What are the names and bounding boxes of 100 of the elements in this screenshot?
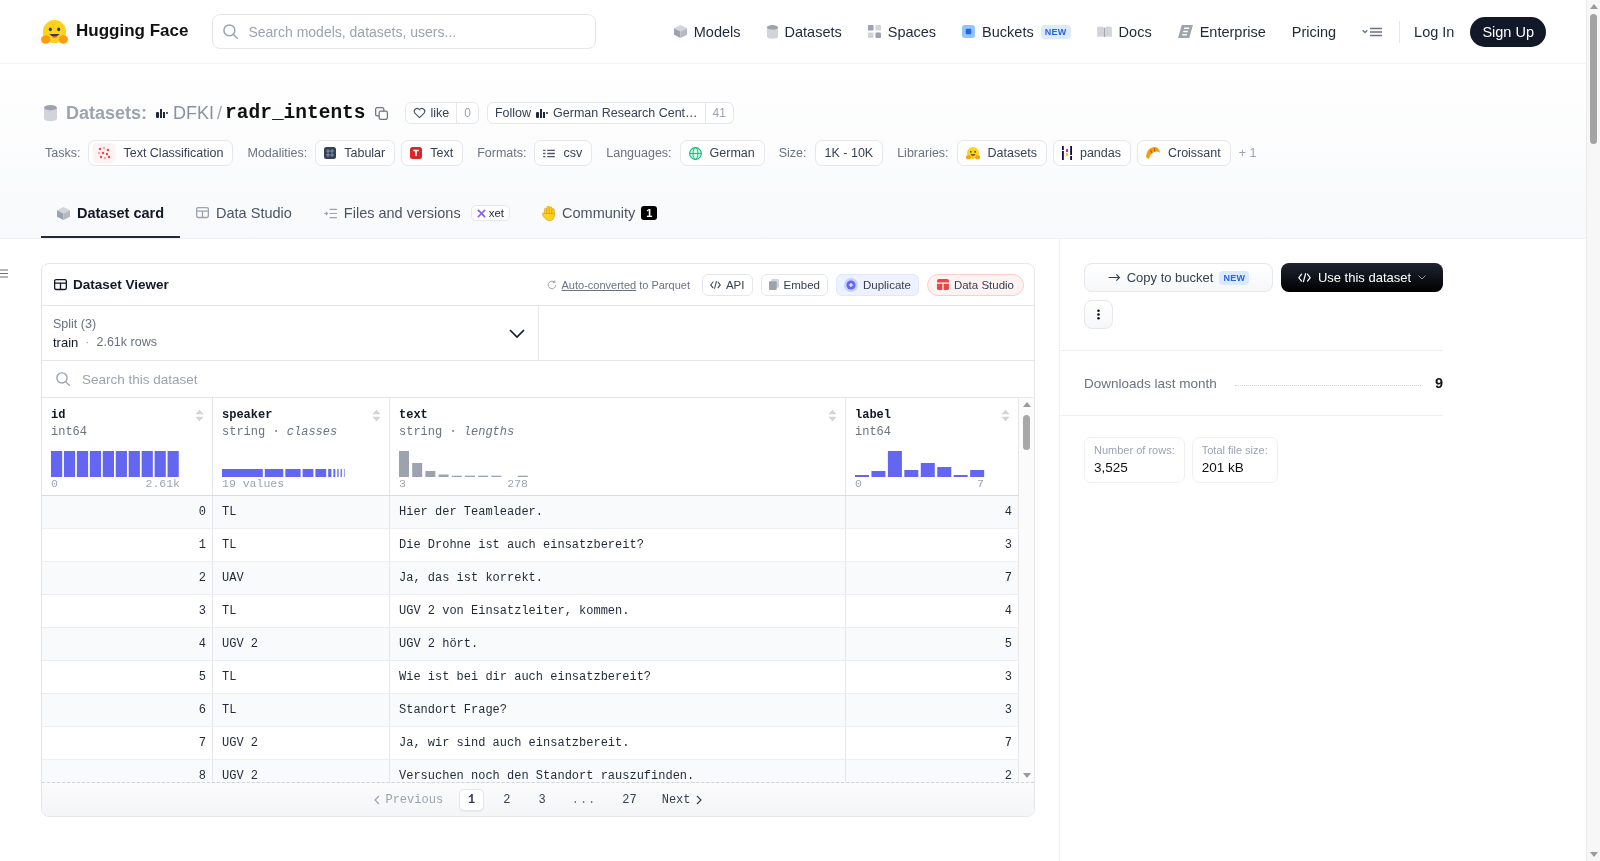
hand-icon — [542, 205, 556, 221]
page-link[interactable]: 27 — [613, 788, 646, 811]
org-logo-icon — [536, 108, 549, 118]
sort-icon[interactable] — [828, 408, 837, 422]
column-header[interactable]: id int64 0 2.61k — [42, 398, 213, 495]
table-cell: TL — [213, 661, 390, 693]
copy-icon[interactable] — [374, 106, 388, 120]
viewer-button[interactable]: Data Studio — [926, 273, 1024, 296]
nav-link[interactable]: Datasets — [766, 23, 842, 40]
tag-group-label: Libraries: — [897, 146, 949, 160]
tag-chip[interactable]: Text Classification — [88, 140, 234, 166]
database-icon — [766, 24, 778, 39]
like-count: 0 — [456, 103, 478, 123]
page-link[interactable]: 2 — [494, 788, 520, 811]
grid-tile-icon — [324, 147, 337, 159]
menu-icon[interactable] — [1362, 26, 1383, 37]
grid-icon — [867, 25, 881, 38]
viewer-button[interactable]: API — [701, 273, 753, 296]
page-link[interactable]: 1 — [459, 788, 485, 811]
tag-chip[interactable]: 1K - 10K — [814, 140, 884, 166]
path-separator: / — [217, 102, 223, 124]
table-cell: 0 — [42, 496, 213, 528]
row-count: 2.61k rows — [96, 335, 157, 349]
table-icon — [54, 278, 67, 291]
search-field[interactable]: Search models, datasets, users... — [212, 14, 597, 49]
viewer-button[interactable]: Duplicate — [835, 273, 919, 296]
auto-converted-link[interactable]: Auto-converted — [561, 278, 637, 291]
table-cell: 5 — [42, 661, 213, 693]
copy-to-bucket-button[interactable]: Copy to bucket NEW — [1084, 263, 1273, 292]
column-header[interactable]: label int64 0 7 — [846, 398, 1019, 495]
table-scrollbar[interactable] — [1019, 398, 1034, 782]
split-name: train — [53, 334, 79, 350]
split-dropdown[interactable]: Split (3) train · 2.61k rows — [42, 306, 539, 360]
stat-label: Total file size: — [1201, 444, 1268, 456]
viewer-button[interactable]: Embed — [760, 273, 828, 296]
page-link[interactable]: 3 — [529, 788, 555, 811]
tag-group-label: Formats: — [477, 146, 527, 160]
chevron-down-icon — [1418, 275, 1427, 280]
smiley-icon — [965, 146, 980, 160]
column-type: int64 — [51, 425, 88, 439]
table-cell: 3 — [42, 595, 213, 627]
tab[interactable]: Files and versions xet — [307, 190, 527, 238]
text-tile-icon — [410, 147, 423, 159]
nav-link[interactable]: Models — [673, 23, 741, 40]
tag-chip[interactable]: pandas — [1052, 140, 1131, 166]
org-logo-icon — [156, 108, 169, 118]
arrow-right-icon — [1107, 273, 1121, 282]
table-cell: Die Drohne ist auch einsatzbereit? — [390, 529, 846, 561]
tag-chip[interactable]: csv — [534, 140, 593, 166]
signup-button[interactable]: Sign Up — [1470, 16, 1546, 47]
table-icon — [936, 279, 949, 290]
login-link[interactable]: Log In — [1414, 23, 1455, 40]
nav-link[interactable]: Buckets NEW — [962, 23, 1071, 40]
tag-chip[interactable]: Croissant — [1136, 140, 1231, 166]
list-icon — [543, 148, 556, 158]
sort-icon[interactable] — [372, 408, 381, 422]
table-cell: UGV 2 — [213, 628, 390, 660]
page-scrollbar[interactable] — [1586, 0, 1600, 861]
follow-button[interactable]: Follow German Research Cent… 41 — [486, 102, 734, 124]
x-icon — [476, 208, 486, 218]
tag-chip[interactable]: Datasets — [956, 140, 1047, 166]
next-page-link[interactable]: Next — [655, 792, 708, 807]
downloads-label: Downloads last month — [1084, 375, 1217, 391]
more-button[interactable] — [1084, 300, 1113, 329]
search-icon — [223, 24, 239, 39]
tab[interactable]: Dataset card — [41, 190, 181, 238]
tab[interactable]: Community 1 — [526, 190, 674, 238]
sort-icon[interactable] — [195, 408, 204, 422]
use-dataset-button[interactable]: Use this dataset — [1281, 263, 1443, 292]
nav-link[interactable]: Docs — [1096, 23, 1152, 40]
downloads-count: 9 — [1434, 375, 1443, 391]
axis-max-label: 7 — [977, 477, 984, 491]
tag-group-label: Modalities: — [247, 146, 308, 160]
search-field[interactable]: Search this dataset — [80, 364, 1034, 394]
column-name: speaker — [222, 408, 273, 422]
tag-chip[interactable]: Text — [401, 140, 464, 166]
home-link[interactable]: Hugging Face — [41, 19, 189, 44]
separator-dot: · — [85, 335, 90, 349]
dataset-name[interactable]: radr_intents — [225, 102, 366, 124]
follower-count: 41 — [704, 103, 733, 123]
like-button[interactable]: like 0 — [404, 102, 479, 124]
column-header[interactable]: text string · lengths 3 278 — [390, 398, 846, 495]
tab[interactable]: Data Studio — [180, 190, 308, 238]
section-label: Datasets: — [66, 102, 148, 124]
table-cell: TL — [213, 694, 390, 726]
column-header[interactable]: speaker string · classes 19 values — [213, 398, 390, 495]
tag-chip[interactable]: Tabular — [315, 140, 396, 166]
axis-min-label: 0 — [855, 477, 862, 491]
heart-icon — [412, 107, 426, 119]
tag-chip[interactable]: German — [679, 140, 765, 166]
sort-icon[interactable] — [1001, 408, 1010, 422]
bars-icon — [1061, 146, 1072, 160]
class-count-label: 19 values — [222, 477, 285, 491]
nav-link[interactable]: Pricing — [1291, 23, 1337, 40]
nav-link[interactable]: Spaces — [867, 23, 937, 40]
nav-link[interactable]: Enterprise — [1177, 23, 1266, 40]
table-cell: 7 — [42, 727, 213, 759]
sidebar-menu-icon[interactable] — [0, 269, 8, 278]
table-cell: UGV 2 — [213, 727, 390, 759]
axis-max-label: 278 — [507, 477, 528, 491]
